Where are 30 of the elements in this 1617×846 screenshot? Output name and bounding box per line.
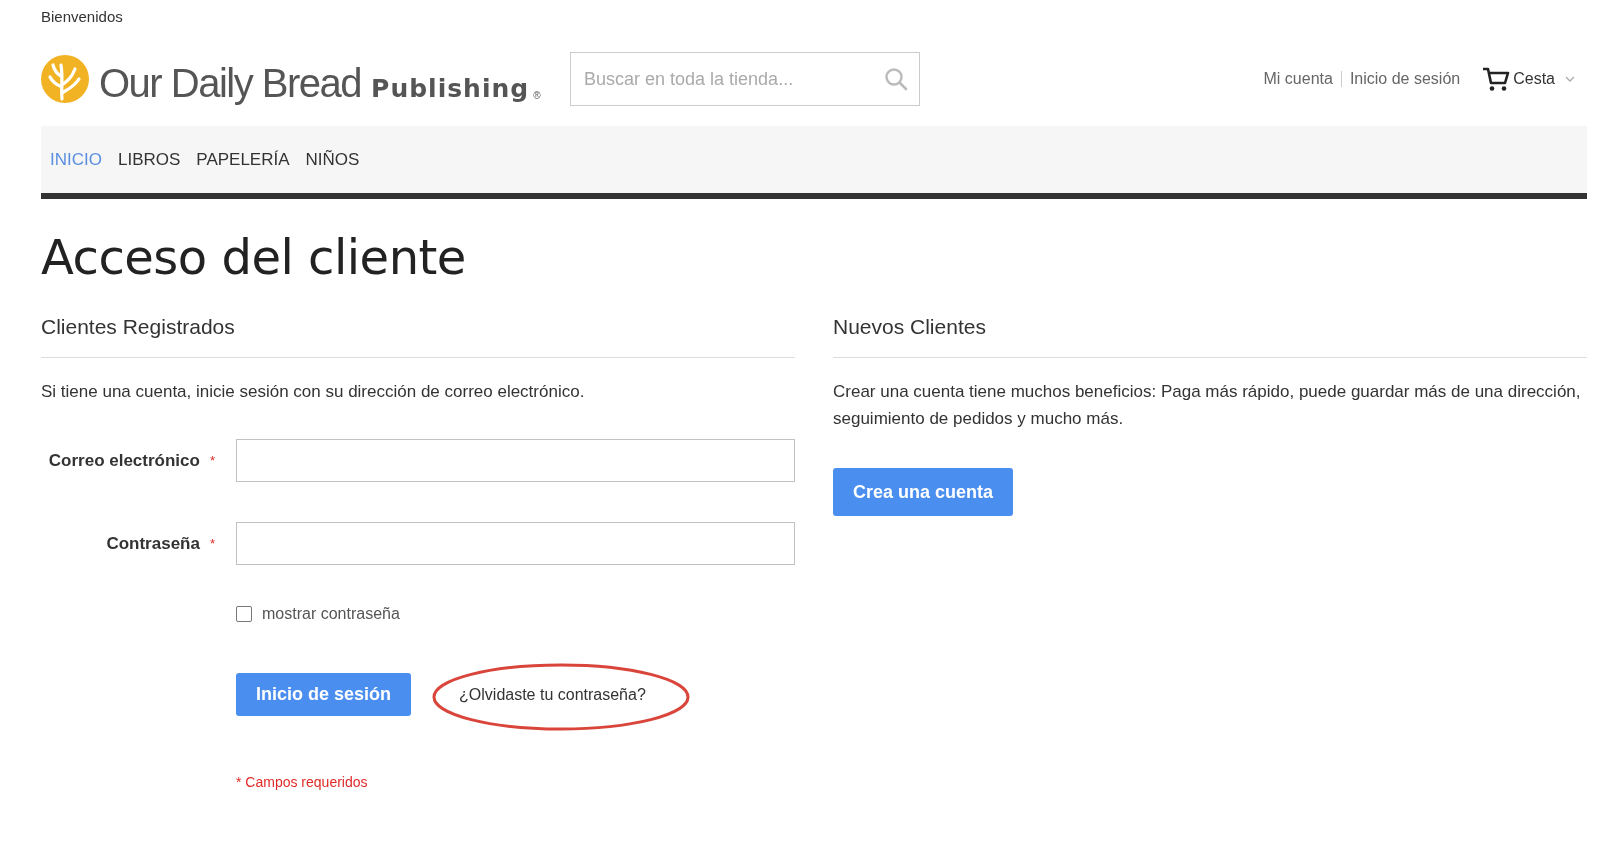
cart-link[interactable]: Cesta	[1513, 70, 1555, 88]
benefits-text: Crear una cuenta tiene muchos beneficios: Paga más rápido, puede guardar más de una dirección, seguimiento de pedidos y mucho más.	[833, 381, 1582, 430]
section-heading: Nuevos Clientes	[833, 315, 1587, 358]
registered-mark: ®	[533, 90, 541, 101]
intro-text: Si tiene una cuenta, inicie sesión con su dirección de correo electrónico.	[41, 381, 586, 403]
checkbox-label[interactable]: mostrar contraseña	[262, 605, 400, 623]
header-link[interactable]: Mi cuenta	[1263, 70, 1333, 88]
wheat-logo-icon[interactable]	[41, 55, 89, 103]
cart-icon[interactable]	[1482, 66, 1511, 92]
required-mark: *	[209, 453, 215, 468]
input-field[interactable]	[236, 522, 795, 565]
section-heading: Clientes Registrados	[41, 315, 795, 358]
logo-subtext[interactable]: Publishing	[371, 76, 530, 101]
required-note: * Campos requeridos	[236, 774, 369, 790]
search-field[interactable]: Buscar en toda la tienda...	[570, 52, 920, 106]
logo-text[interactable]: Our Daily Bread	[99, 63, 362, 103]
welcome-text: Bienvenidos	[41, 7, 124, 27]
nav-tab[interactable]: LIBROS	[117, 149, 181, 170]
search-icon[interactable]	[884, 67, 908, 91]
input-field[interactable]	[236, 439, 795, 482]
nav-tab[interactable]: PAPELERÍA	[196, 149, 290, 170]
nav-tab[interactable]: NIÑOS	[305, 149, 360, 170]
caret-icon[interactable]	[1565, 75, 1575, 83]
required-mark: *	[209, 536, 215, 551]
header-link[interactable]: Inicio de sesión	[1349, 70, 1461, 88]
checkbox[interactable]	[236, 606, 252, 622]
field-label: Contraseña	[106, 533, 200, 554]
forgot-password-link[interactable]: ¿Olvidaste tu contraseña?	[459, 685, 646, 703]
field-label: Correo electrónico	[48, 450, 200, 471]
page-title: Acceso del cliente	[41, 229, 467, 285]
